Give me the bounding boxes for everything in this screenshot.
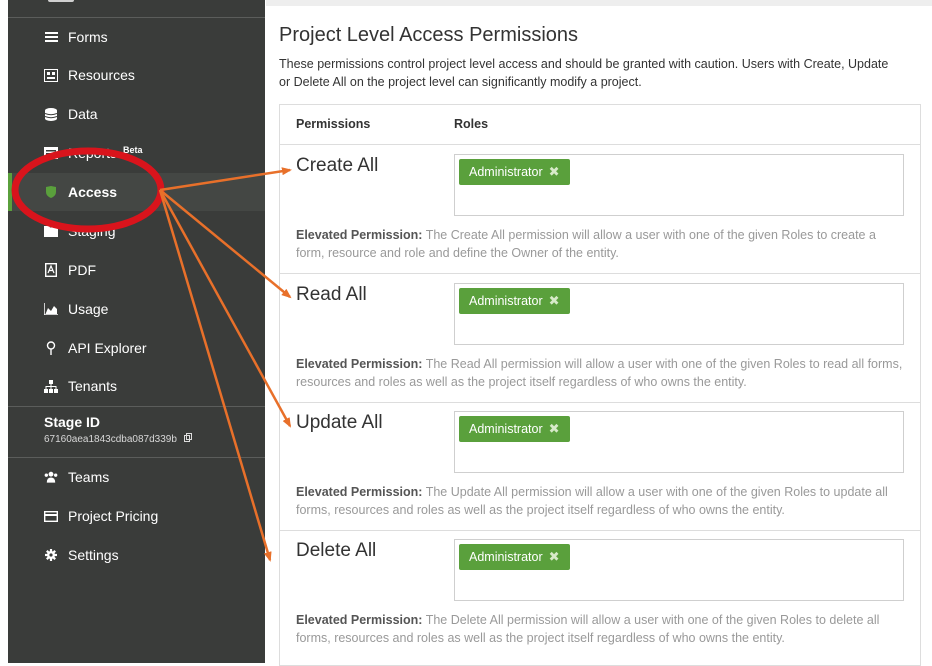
gear-icon bbox=[44, 548, 58, 562]
sidebar-item-pdf[interactable]: PDF bbox=[8, 251, 265, 289]
stage-id-row: 67160aea1843cdba087d339b bbox=[44, 433, 192, 445]
sidebar-item-label: Settings bbox=[68, 547, 119, 563]
page-title: Project Level Access Permissions bbox=[279, 24, 579, 46]
permission-name: Create All bbox=[296, 155, 379, 176]
forms-icon bbox=[44, 30, 58, 44]
role-tag: Administrator ✖ bbox=[459, 544, 570, 570]
reports-icon bbox=[44, 146, 58, 160]
sidebar: Forms Resources Data Reports Beta Access… bbox=[8, 0, 265, 663]
table-header: Permissions Roles bbox=[280, 105, 920, 145]
sidebar-item-resources[interactable]: Resources bbox=[8, 56, 265, 94]
top-bar bbox=[266, 0, 932, 6]
permission-description: Elevated Permission: The Delete All perm… bbox=[296, 611, 906, 647]
sidebar-item-forms[interactable]: Forms bbox=[8, 18, 265, 56]
copy-icon[interactable] bbox=[183, 433, 192, 445]
sidebar-item-label: Teams bbox=[68, 469, 110, 485]
role-tag-label: Administrator bbox=[469, 294, 543, 308]
sitemap-icon bbox=[44, 379, 58, 393]
sidebar-item-settings[interactable]: Settings bbox=[8, 536, 265, 574]
permission-description: Elevated Permission: The Read All permis… bbox=[296, 355, 906, 391]
column-header-roles: Roles bbox=[454, 117, 489, 131]
roles-input[interactable]: Administrator ✖ bbox=[454, 411, 904, 473]
permission-name: Read All bbox=[296, 284, 367, 305]
beta-badge: Beta bbox=[123, 145, 143, 155]
credit-card-icon bbox=[44, 509, 58, 523]
pdf-icon bbox=[44, 263, 58, 277]
permission-row-update-all: Update All Administrator ✖ Elevated Perm… bbox=[280, 402, 920, 531]
permission-description: Elevated Permission: The Update All perm… bbox=[296, 483, 906, 519]
truncated-item bbox=[48, 0, 74, 2]
role-tag-label: Administrator bbox=[469, 165, 543, 179]
role-tag: Administrator ✖ bbox=[459, 288, 570, 314]
permissions-table: Permissions Roles Create All Administrat… bbox=[279, 104, 921, 666]
column-header-permissions: Permissions bbox=[296, 117, 371, 131]
permission-description: Elevated Permission: The Create All perm… bbox=[296, 226, 906, 262]
sidebar-item-label: Reports bbox=[68, 145, 118, 161]
sidebar-item-data[interactable]: Data bbox=[8, 95, 265, 133]
remove-icon[interactable]: ✖ bbox=[549, 293, 560, 309]
page-description: These permissions control project level … bbox=[279, 57, 889, 89]
elevated-label: Elevated Permission: bbox=[296, 357, 423, 371]
main-content: Project Level Access Permissions These p… bbox=[266, 0, 932, 666]
remove-icon[interactable]: ✖ bbox=[549, 549, 560, 565]
sidebar-item-label: Tenants bbox=[68, 378, 118, 394]
database-icon bbox=[44, 107, 58, 121]
elevated-label: Elevated Permission: bbox=[296, 485, 423, 499]
divider bbox=[8, 406, 265, 407]
sidebar-item-label: PDF bbox=[68, 262, 96, 278]
permission-row-read-all: Read All Administrator ✖ Elevated Permis… bbox=[280, 274, 920, 403]
users-icon bbox=[44, 470, 58, 484]
map-pin-icon bbox=[44, 341, 58, 355]
sidebar-item-reports[interactable]: Reports Beta bbox=[8, 134, 265, 172]
sidebar-item-label: API Explorer bbox=[68, 340, 147, 356]
role-tag: Administrator ✖ bbox=[459, 159, 570, 185]
remove-icon[interactable]: ✖ bbox=[549, 164, 560, 180]
sidebar-item-teams[interactable]: Teams bbox=[8, 458, 265, 496]
stage-id: Stage ID 67160aea1843cdba087d339b bbox=[44, 414, 192, 445]
remove-icon[interactable]: ✖ bbox=[549, 421, 560, 437]
sidebar-item-label: Forms bbox=[68, 29, 108, 45]
sidebar-item-label: Usage bbox=[68, 301, 109, 317]
sidebar-item-staging[interactable]: Staging bbox=[8, 212, 265, 250]
area-chart-icon bbox=[44, 302, 58, 316]
sidebar-item-label: Staging bbox=[68, 223, 116, 239]
role-tag: Administrator ✖ bbox=[459, 416, 570, 442]
roles-input[interactable]: Administrator ✖ bbox=[454, 539, 904, 601]
permission-name: Update All bbox=[296, 412, 383, 433]
sidebar-item-usage[interactable]: Usage bbox=[8, 290, 265, 328]
roles-input[interactable]: Administrator ✖ bbox=[454, 154, 904, 216]
permission-row-delete-all: Delete All Administrator ✖ Elevated Perm… bbox=[280, 530, 920, 658]
elevated-label: Elevated Permission: bbox=[296, 228, 423, 242]
permission-row-create-all: Create All Administrator ✖ Elevated Perm… bbox=[280, 145, 920, 274]
sidebar-item-label: Data bbox=[68, 106, 98, 122]
stage-id-value: 67160aea1843cdba087d339b bbox=[44, 434, 177, 445]
sidebar-item-tenants[interactable]: Tenants bbox=[8, 367, 265, 405]
shield-icon bbox=[44, 185, 58, 199]
sidebar-item-label: Resources bbox=[68, 67, 135, 83]
resources-icon bbox=[44, 68, 58, 82]
elevated-label: Elevated Permission: bbox=[296, 613, 423, 627]
stage-id-title: Stage ID bbox=[44, 414, 101, 430]
roles-input[interactable]: Administrator ✖ bbox=[454, 283, 904, 345]
permission-name: Delete All bbox=[296, 540, 377, 561]
role-tag-label: Administrator bbox=[469, 550, 543, 564]
sidebar-item-project-pricing[interactable]: Project Pricing bbox=[8, 497, 265, 535]
folder-icon bbox=[44, 224, 58, 238]
sidebar-item-label: Project Pricing bbox=[68, 508, 159, 524]
sidebar-item-access[interactable]: Access bbox=[8, 173, 265, 211]
role-tag-label: Administrator bbox=[469, 422, 543, 436]
sidebar-item-label: Access bbox=[68, 184, 118, 200]
sidebar-item-api-explorer[interactable]: API Explorer bbox=[8, 329, 265, 367]
